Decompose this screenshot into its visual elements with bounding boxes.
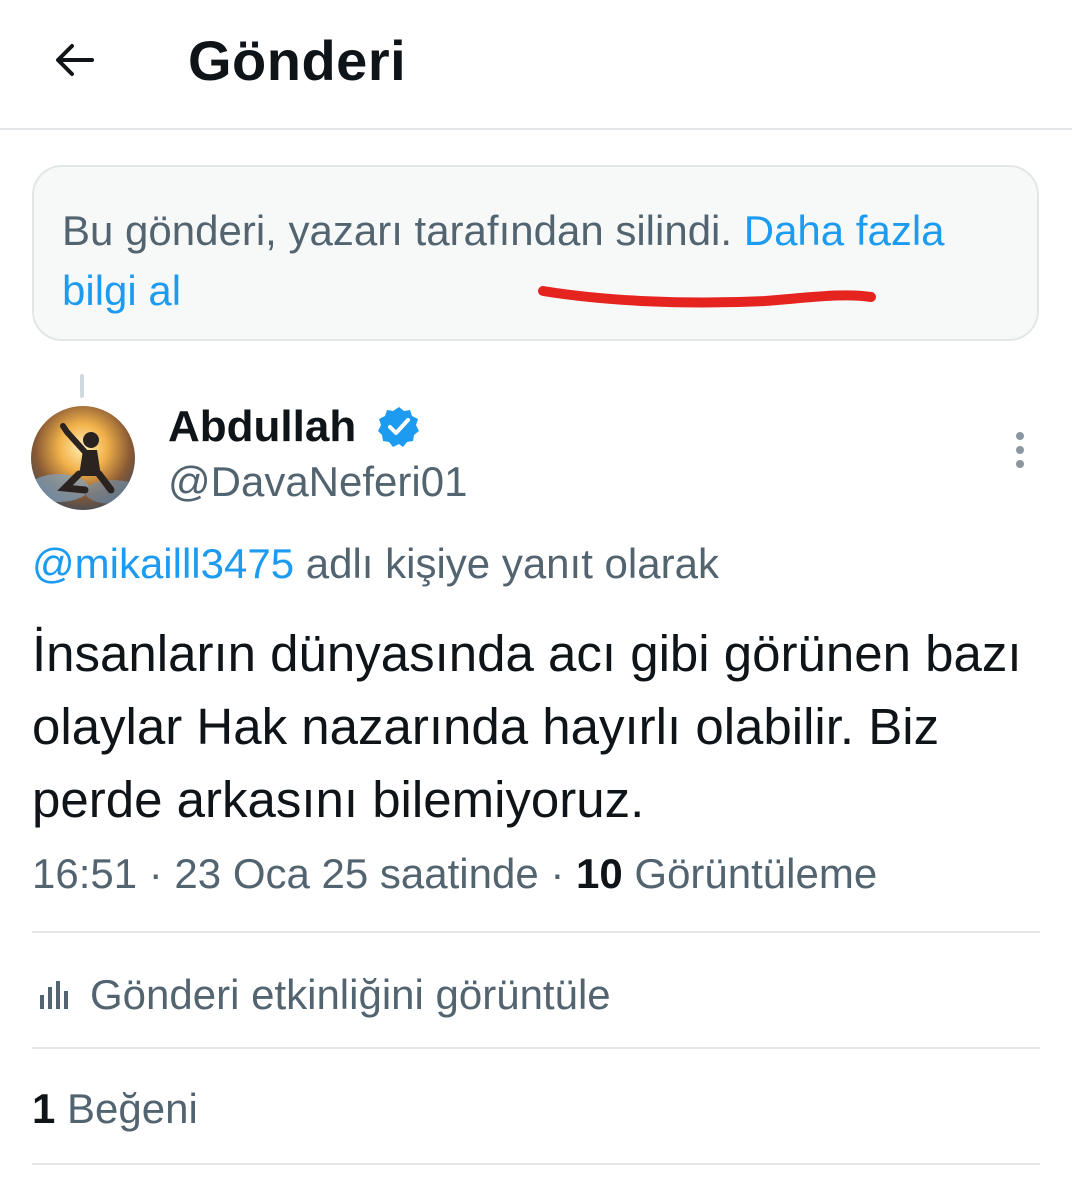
more-dot (1016, 460, 1024, 468)
more-vertical-icon (1016, 432, 1024, 440)
thread-connector-line (80, 374, 84, 398)
views-label: Görüntüleme (622, 850, 878, 897)
post-meta: 16:51 · 23 Oca 25 saatinde · 10 Görüntül… (32, 850, 877, 898)
divider (32, 1163, 1040, 1165)
more-dot (1016, 446, 1024, 454)
post-text: İnsanların dünyasında acı gibi görünen b… (32, 625, 1022, 828)
likes-label: Beğeni (55, 1085, 198, 1132)
deleted-notice-text: Bu gönderi, yazarı tarafından silindi. (62, 207, 744, 254)
post-timestamp[interactable]: 16:51 · 23 Oca 25 saatinde · (32, 850, 576, 897)
bar-chart-icon (40, 981, 68, 1009)
likes-count-link[interactable]: 1 Beğeni (32, 1085, 198, 1133)
divider (32, 931, 1040, 933)
divider (32, 1047, 1040, 1049)
reply-context: @mikailll3475 adlı kişiye yanıt olarak (32, 540, 719, 588)
view-activity-label: Gönderi etkinliğini görüntüle (90, 971, 611, 1018)
author-handle[interactable]: @DavaNeferi01 (168, 458, 467, 506)
deleted-post-notice: Bu gönderi, yazarı tarafından silindi. D… (32, 165, 1039, 341)
view-post-activity-button[interactable]: Gönderi etkinliğini görüntüle (32, 960, 1040, 1030)
page-title: Gönderi (188, 29, 407, 92)
likes-count: 1 (32, 1085, 56, 1132)
author-display-name[interactable]: Abdullah (168, 402, 356, 452)
back-arrow-icon (56, 44, 94, 76)
verified-badge-icon (378, 407, 419, 447)
reply-context-suffix: adlı kişiye yanıt olarak (294, 540, 719, 587)
avatar[interactable] (31, 406, 135, 510)
top-bar: Gönderi (0, 0, 1072, 130)
back-button[interactable] (44, 30, 104, 90)
views-count: 10 (576, 850, 623, 897)
more-options-button[interactable] (1000, 425, 1040, 475)
reply-to-mention-link[interactable]: @mikailll3475 (32, 540, 294, 587)
